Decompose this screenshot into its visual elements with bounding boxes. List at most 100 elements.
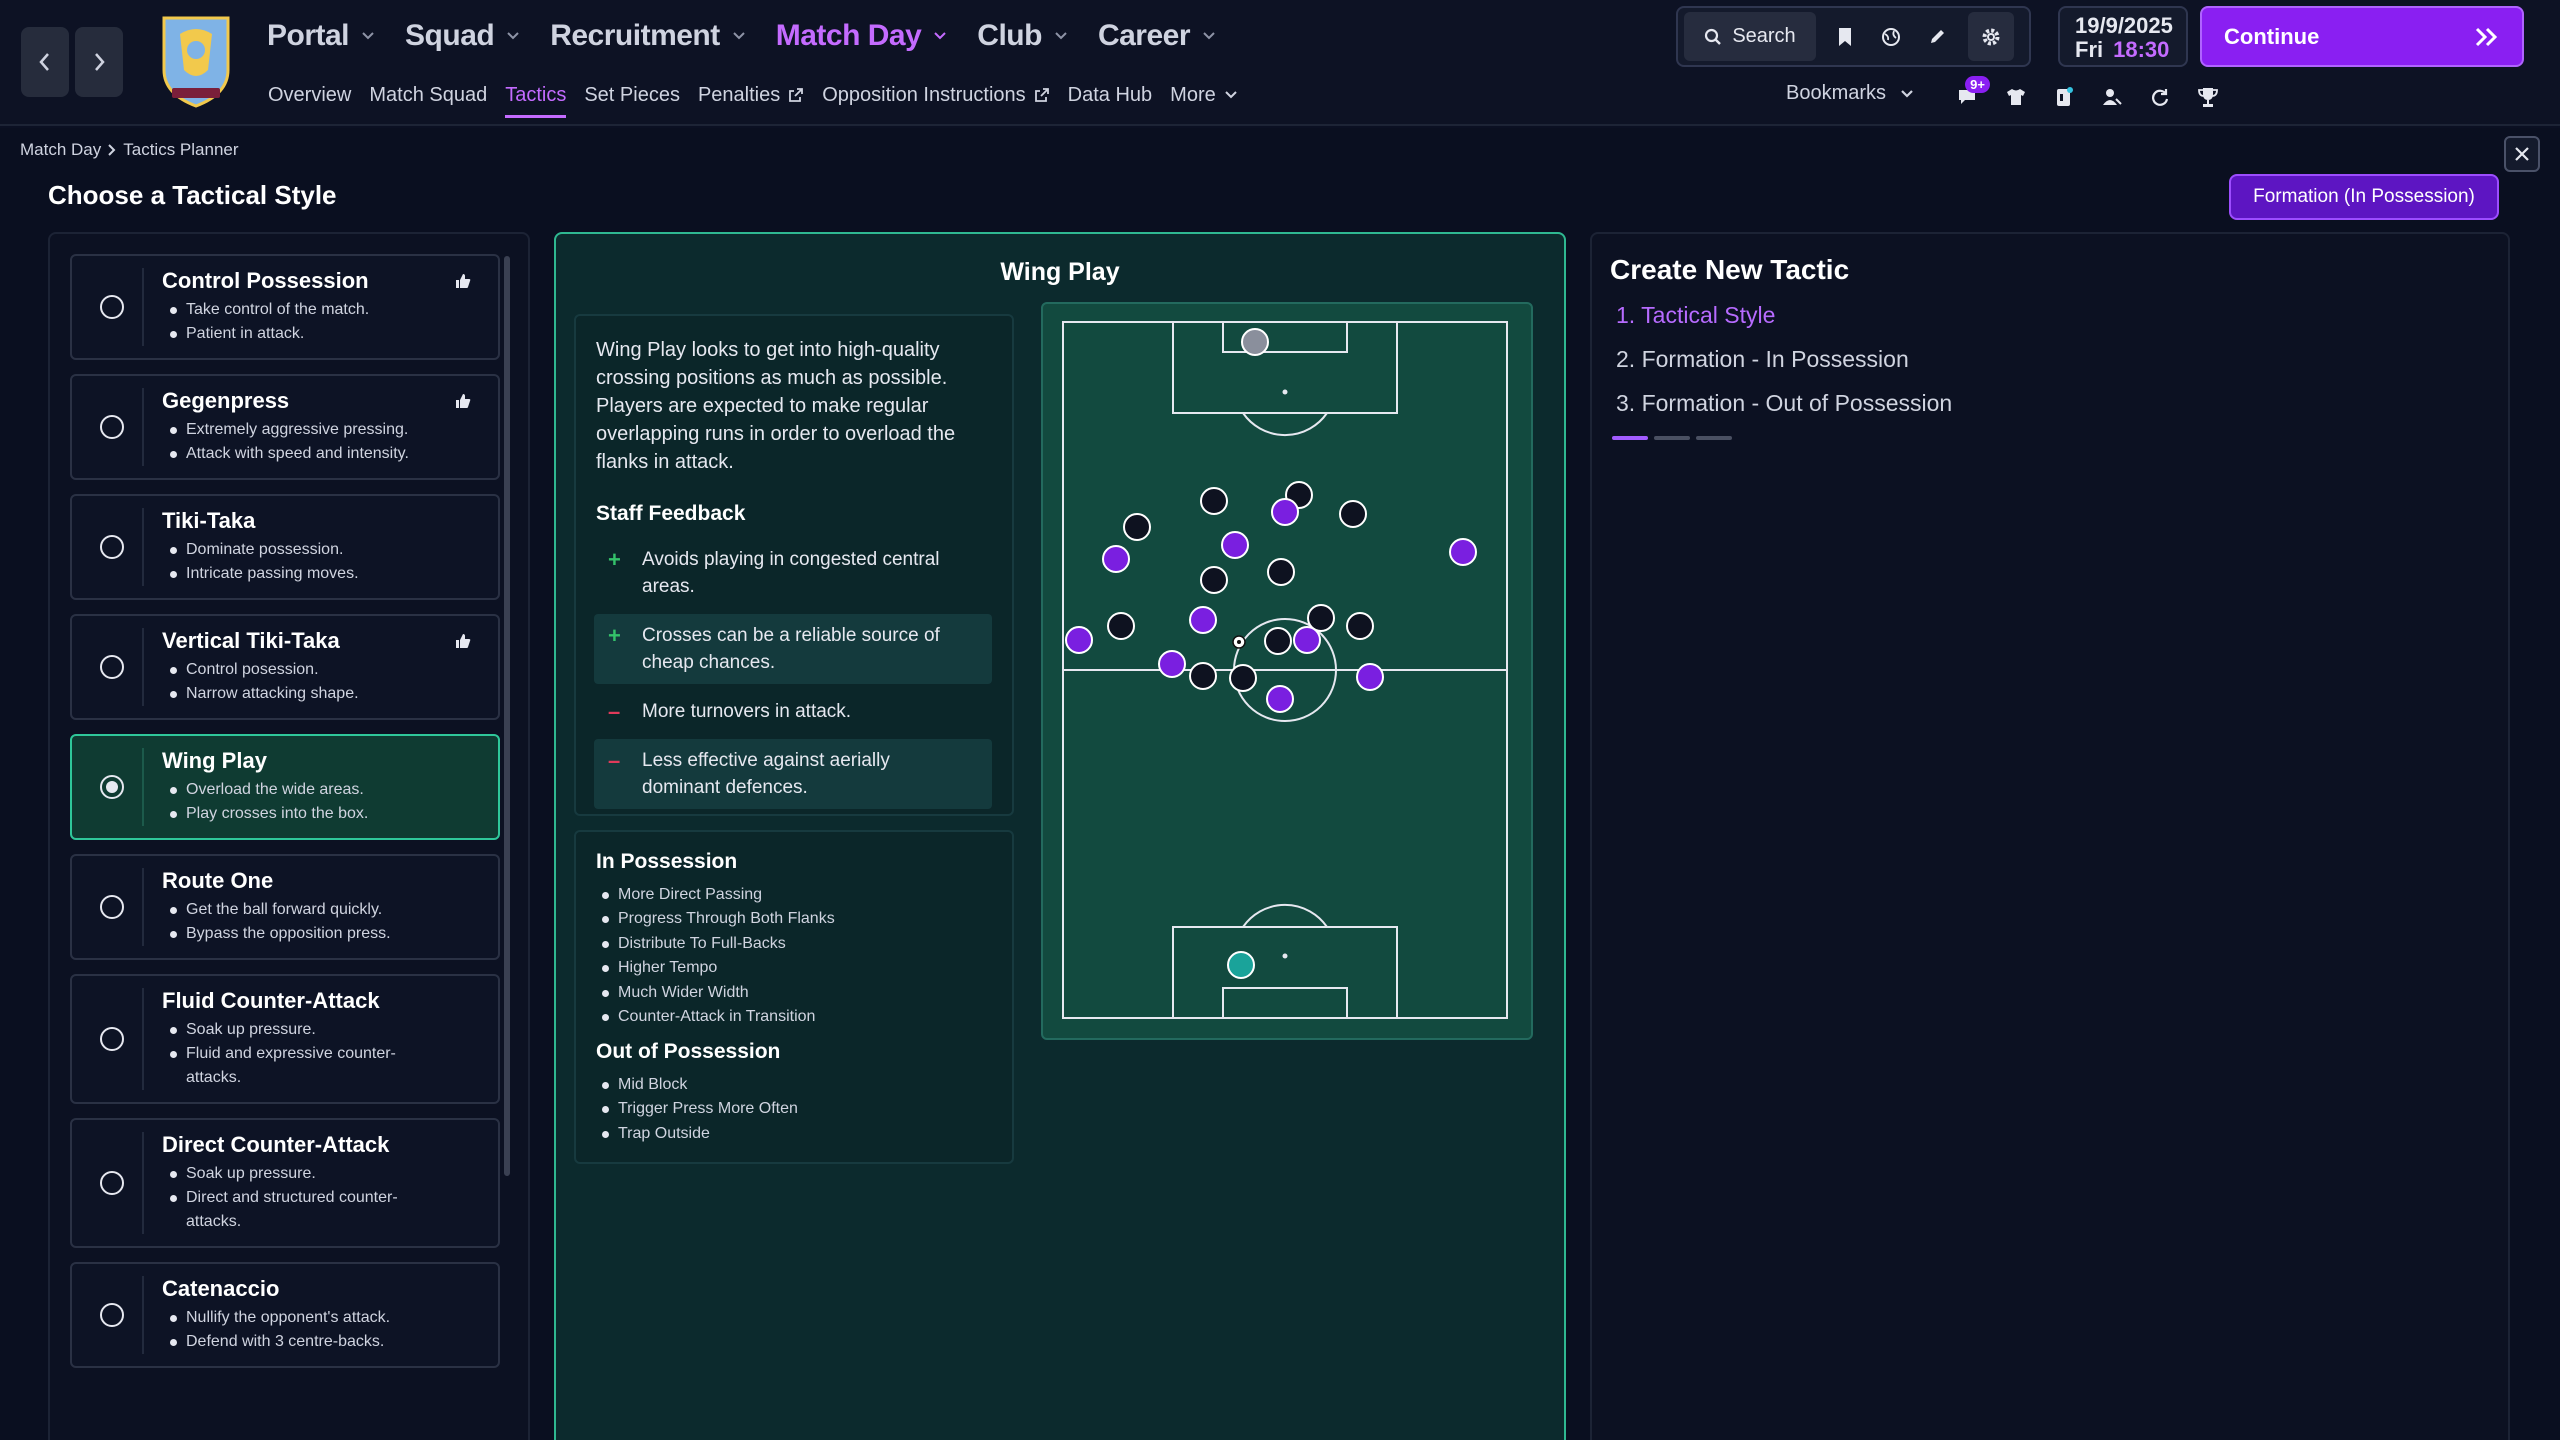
style-card-vertical-tiki-taka[interactable]: Vertical Tiki-Taka Control posession. Narr…	[70, 614, 500, 720]
settings-button[interactable]	[1968, 12, 2014, 61]
nav-recruitment[interactable]: Recruitment	[550, 19, 746, 53]
double-chevron-right-icon	[2475, 27, 2498, 46]
in-possession-heading: In Possession	[596, 850, 738, 873]
style-detail-panel: Wing Play Wing Play looks to get into hi…	[554, 232, 1566, 1440]
search-button[interactable]: Search	[1684, 12, 1816, 61]
close-icon	[2515, 147, 2529, 161]
step-1[interactable]: 1. Tactical Style	[1616, 302, 1775, 329]
description-line: Wing Play looks to get into high-quality	[596, 339, 940, 361]
style-card-fluid-counter-attack[interactable]: Fluid Counter-Attack Soak up pressure. Flu…	[70, 974, 500, 1104]
sub-nav: Overview Match Squad Tactics Set Pieces Pena…	[268, 80, 1256, 118]
kit-button[interactable]	[1992, 78, 2040, 116]
bookmark-button[interactable]	[1822, 12, 1868, 61]
style-bullets: Overload the wide areas. Play crosses int…	[168, 778, 468, 826]
edit-button[interactable]	[1914, 12, 1960, 61]
team-player-marker	[1266, 685, 1294, 713]
style-radio[interactable]	[100, 1171, 124, 1195]
instruction-item: Much Wider Width	[602, 984, 749, 1002]
style-radio[interactable]	[100, 295, 124, 319]
feedback-minus: – Less effective against aerially dominant…	[594, 739, 992, 809]
subnav-more[interactable]: More	[1170, 80, 1238, 110]
instruction-item: Progress Through Both Flanks	[602, 910, 835, 928]
continue-label: Continue	[2224, 23, 2320, 49]
style-bullet: Attack with speed and intensity.	[168, 442, 468, 466]
style-card-route-one[interactable]: Route One Get the ball forward quickly. By…	[70, 854, 500, 960]
nav-label: Match Day	[775, 19, 922, 52]
style-bullet: Intricate passing moves.	[168, 562, 468, 586]
style-radio[interactable]	[100, 895, 124, 919]
page-title: Choose a Tactical Style	[48, 180, 337, 210]
club-crest[interactable]	[158, 12, 234, 108]
bookmarks-dropdown[interactable]: Bookmarks	[1786, 82, 1914, 105]
style-list-scrollbar[interactable]	[504, 256, 510, 1176]
external-link-icon	[1034, 88, 1049, 102]
style-bullet: Narrow attacking shape.	[168, 682, 468, 706]
refresh-icon	[2152, 89, 2169, 106]
team-player-marker	[1102, 545, 1130, 573]
subnav-set-pieces[interactable]: Set Pieces	[584, 80, 680, 110]
step-3[interactable]: 3. Formation - Out of Possession	[1616, 390, 1952, 417]
nav-portal[interactable]: Portal	[267, 19, 375, 53]
style-card-catenaccio[interactable]: Catenaccio Nullify the opponent's attack.…	[70, 1262, 500, 1368]
forward-button[interactable]	[75, 27, 123, 97]
description-line: crossing positions as much as possible.	[596, 367, 948, 389]
description-line: overlapping runs in order to overload th…	[596, 423, 956, 445]
style-radio[interactable]	[100, 1303, 124, 1327]
nav-career[interactable]: Career	[1098, 19, 1216, 53]
opponent-player-marker	[1200, 487, 1228, 515]
top-bar: Portal Squad Recruitment Match Day Club Caree…	[0, 0, 2560, 126]
game-date[interactable]: 19/9/2025 Fri 18:30	[2058, 6, 2188, 67]
quick-icons: 9+	[1944, 76, 2232, 116]
card-divider	[142, 268, 144, 346]
subnav-data-hub[interactable]: Data Hub	[1068, 80, 1153, 110]
style-radio[interactable]	[100, 415, 124, 439]
team-report-button[interactable]	[2040, 78, 2088, 116]
style-card-control-possession[interactable]: Control Possession Take control of the ma…	[70, 254, 500, 360]
style-radio[interactable]	[100, 655, 124, 679]
style-bullets: Control posession. Narrow attacking shape…	[168, 658, 468, 706]
instruction-item: Trap Outside	[602, 1125, 710, 1143]
trophy-button[interactable]	[2184, 78, 2232, 116]
refresh-button[interactable]	[2136, 78, 2184, 116]
nav-match-day[interactable]: Match Day	[776, 19, 948, 53]
close-button[interactable]	[2504, 136, 2540, 172]
step-2[interactable]: 2. Formation - In Possession	[1616, 346, 1909, 373]
breadcrumb-parent[interactable]: Match Day	[20, 140, 101, 160]
subnav-penalties[interactable]: Penalties	[698, 80, 804, 110]
continue-button[interactable]: Continue	[2200, 6, 2524, 67]
style-card-direct-counter-attack[interactable]: Direct Counter-Attack Soak up pressure. Di…	[70, 1118, 500, 1248]
world-button[interactable]	[1868, 12, 1914, 61]
tactical-style-list: Control Possession Take control of the ma…	[48, 232, 530, 1440]
card-divider	[142, 868, 144, 946]
subnav-overview[interactable]: Overview	[268, 80, 351, 110]
style-bullet: Soak up pressure.	[168, 1018, 468, 1042]
subnav-match-squad[interactable]: Match Squad	[369, 80, 487, 110]
style-radio[interactable]	[100, 1027, 124, 1051]
bookmarks-label: Bookmarks	[1786, 82, 1887, 104]
style-card-tiki-taka[interactable]: Tiki-Taka Dominate possession. Intricate p…	[70, 494, 500, 600]
inbox-button[interactable]: 9+	[1944, 76, 1992, 116]
ball	[1232, 635, 1246, 649]
style-radio[interactable]	[100, 535, 124, 559]
card-divider	[142, 1276, 144, 1354]
staff-button[interactable]	[2088, 78, 2136, 116]
style-name: Route One	[162, 868, 274, 893]
card-divider	[142, 1132, 144, 1234]
subnav-opposition-instructions[interactable]: Opposition Instructions	[822, 80, 1049, 110]
style-bullets: Soak up pressure. Direct and structured c…	[168, 1162, 468, 1234]
style-bullet: Take control of the match.	[168, 298, 468, 322]
back-button[interactable]	[21, 27, 69, 97]
nav-squad[interactable]: Squad	[405, 19, 520, 53]
style-card-gegenpress[interactable]: Gegenpress Extremely aggressive pressing.…	[70, 374, 500, 480]
globe-icon	[1882, 27, 1900, 46]
style-radio[interactable]	[100, 775, 124, 799]
formation-in-possession-button[interactable]: Formation (In Possession)	[2229, 174, 2499, 220]
step-progress-1	[1612, 436, 1648, 440]
nav-club[interactable]: Club	[977, 19, 1068, 53]
create-tactic-panel: Create New Tactic 1. Tactical Style 2. Fo…	[1590, 232, 2510, 1440]
search-label: Search	[1732, 25, 1796, 47]
subnav-label: Overview	[268, 83, 352, 106]
subnav-tactics[interactable]: Tactics	[505, 80, 567, 118]
style-card-wing-play[interactable]: Wing Play Overload the wide areas. Play cr…	[70, 734, 500, 840]
opponent-player-marker	[1264, 627, 1292, 655]
